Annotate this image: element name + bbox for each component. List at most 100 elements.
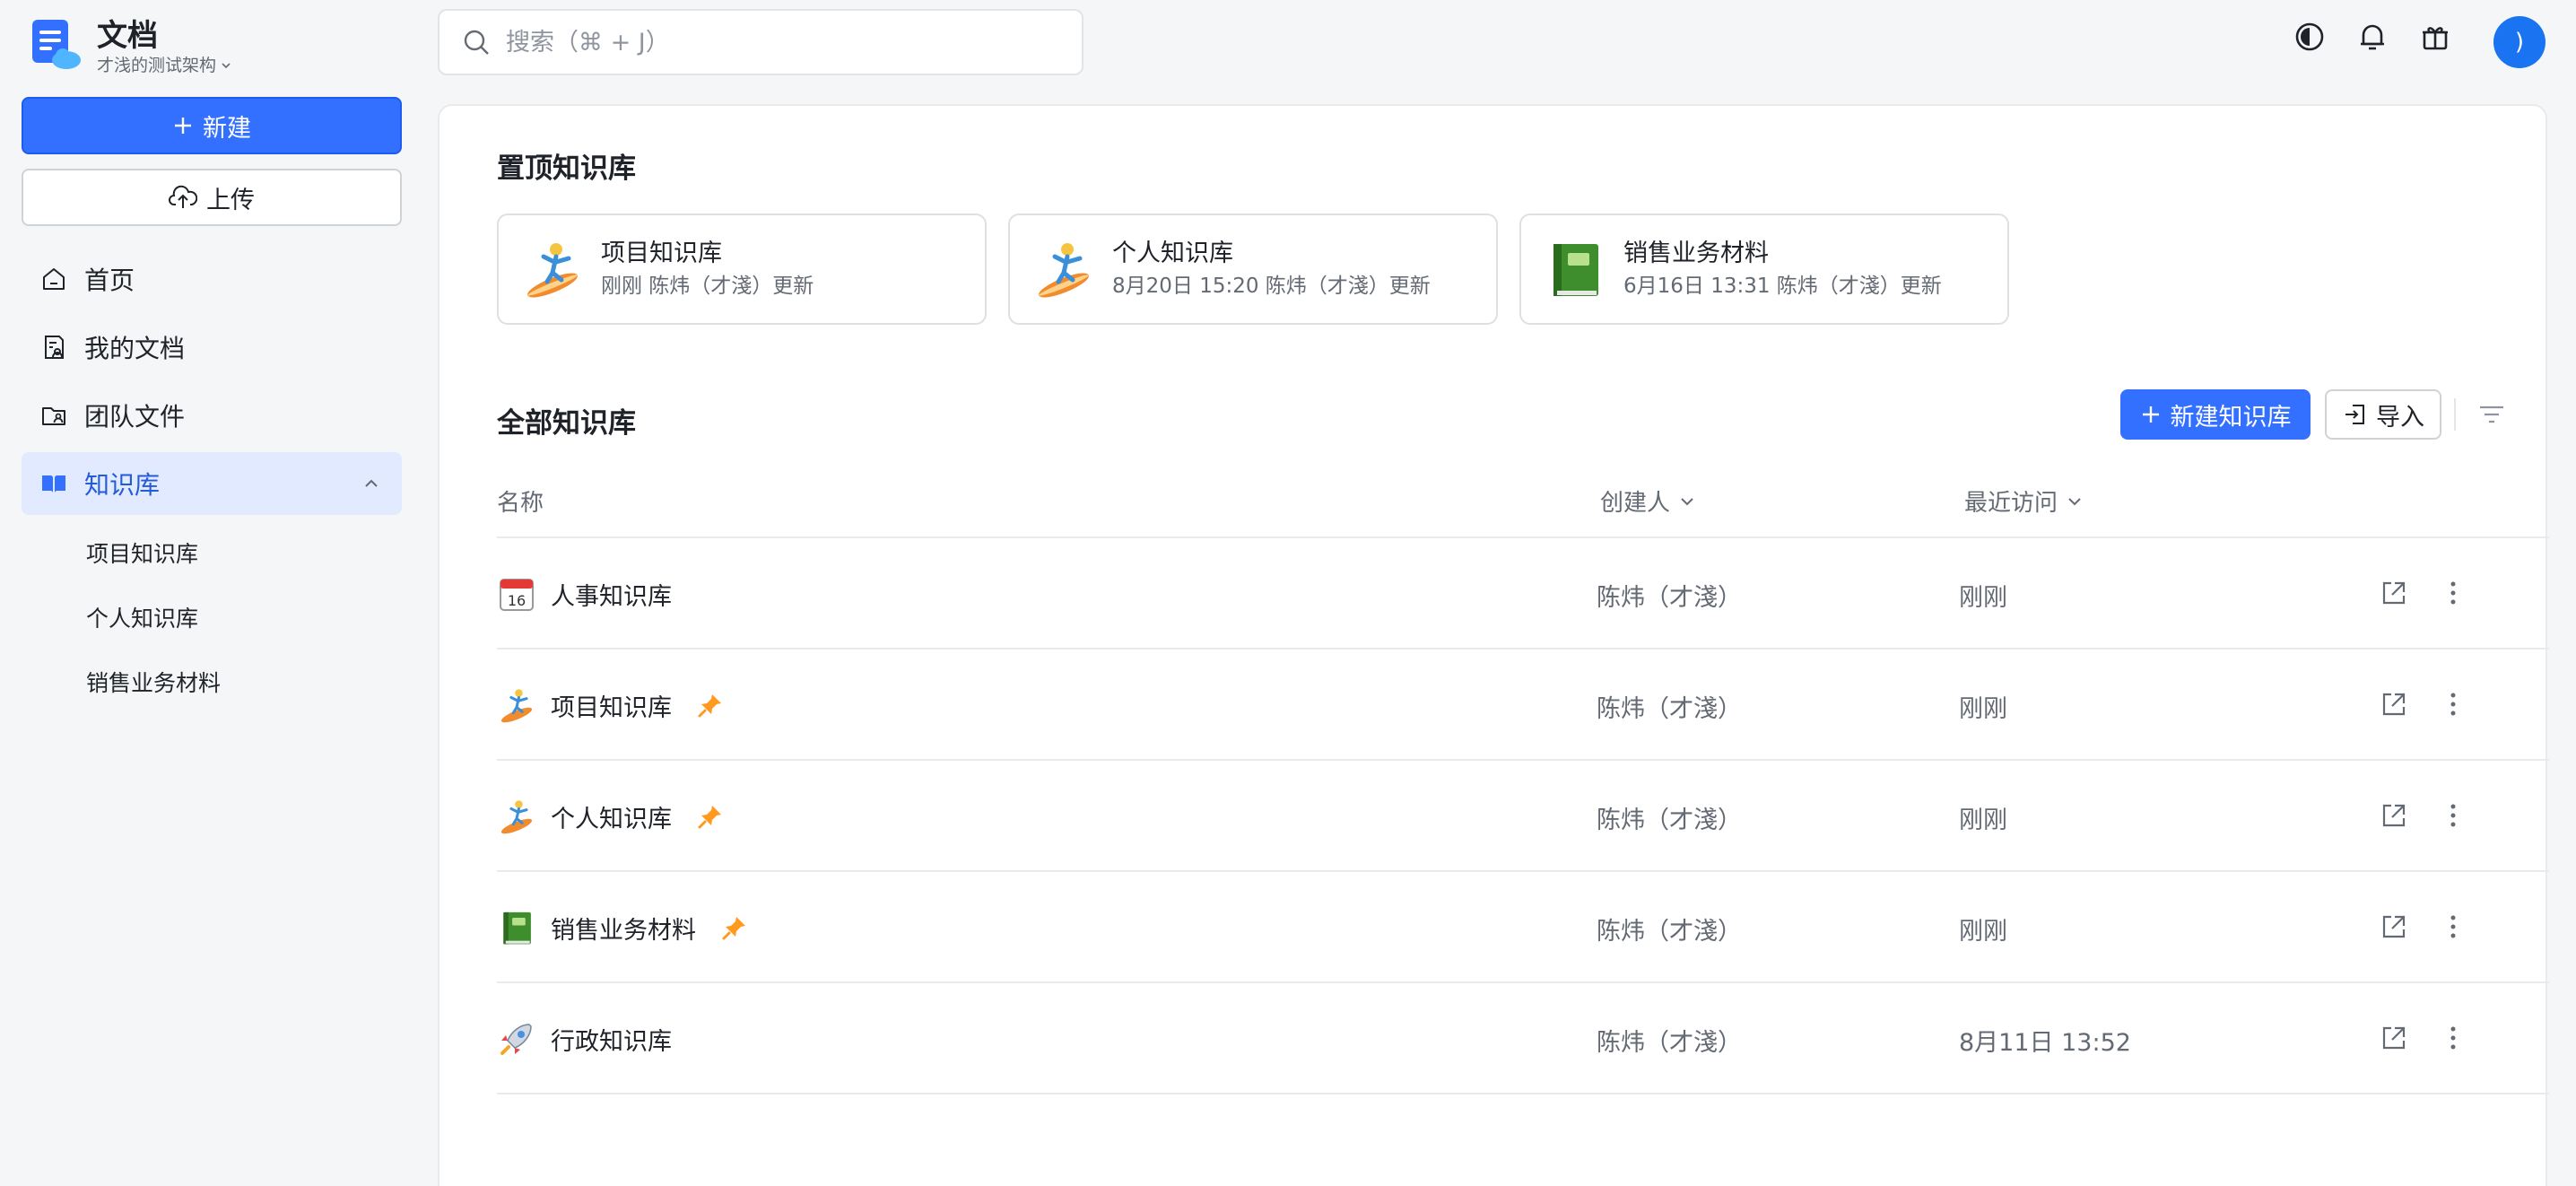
new-button-label: 新建 bbox=[203, 114, 251, 143]
green-book-icon bbox=[1543, 237, 1607, 301]
row-visited: 8月11日 13:52 bbox=[1959, 1029, 2131, 1057]
chevron-down-icon bbox=[220, 59, 232, 72]
chevron-down-icon bbox=[1677, 492, 1697, 511]
column-name: 名称 bbox=[497, 484, 544, 518]
bell-icon[interactable] bbox=[2355, 20, 2389, 54]
import-button[interactable]: 导入 bbox=[2325, 389, 2441, 440]
row-creator: 陈炜（才淺） bbox=[1597, 584, 1742, 612]
row-name-label: 个人知识库 bbox=[551, 805, 672, 833]
pinned-card[interactable]: 个人知识库 8月20日 15:20 陈炜（才淺）更新 bbox=[1008, 214, 1498, 325]
column-visited[interactable]: 最近访问 bbox=[1964, 484, 2084, 518]
search-input[interactable] bbox=[506, 28, 1044, 57]
new-button[interactable]: 新建 bbox=[22, 97, 402, 154]
surfer-icon bbox=[497, 685, 536, 725]
row-name-label: 人事知识库 bbox=[551, 582, 672, 611]
knowledge-base-table: 名称 创建人 最近访问 16 人事知识库 陈炜（才淺） 刚刚 项目知识库 陈炜（… bbox=[497, 461, 2549, 1094]
row-creator: 陈炜（才淺） bbox=[1597, 1029, 1742, 1057]
more-vertical-icon[interactable] bbox=[2438, 800, 2468, 831]
avatar[interactable]: ) bbox=[2493, 16, 2546, 68]
sidebar-item-knowledge-base[interactable]: 知识库 bbox=[22, 452, 402, 515]
sidebar-item-team-files[interactable]: 团队文件 bbox=[22, 384, 402, 447]
sidebar-item-label: 我的文档 bbox=[84, 334, 186, 363]
table-row[interactable]: 16 人事知识库 陈炜（才淺） 刚刚 bbox=[497, 538, 2549, 650]
search-box[interactable] bbox=[438, 9, 1083, 75]
open-in-new-icon[interactable] bbox=[2379, 578, 2409, 608]
upload-button-label: 上传 bbox=[206, 186, 255, 214]
row-name-label: 项目知识库 bbox=[551, 693, 672, 722]
row-name: 16 人事知识库 bbox=[497, 574, 672, 614]
sidebar-subitem-personal-kb[interactable]: 个人知识库 bbox=[86, 585, 402, 650]
create-button-label: 新建知识库 bbox=[2170, 403, 2292, 432]
filter-icon[interactable] bbox=[2476, 398, 2508, 431]
row-name: 项目知识库 bbox=[497, 685, 724, 725]
more-vertical-icon[interactable] bbox=[2438, 689, 2468, 719]
green-book-icon bbox=[497, 908, 536, 947]
pin-icon bbox=[697, 692, 724, 719]
my-docs-icon bbox=[39, 333, 68, 362]
create-knowledge-base-button[interactable]: 新建知识库 bbox=[2120, 389, 2311, 440]
org-name: 才浅的测试架构 bbox=[97, 56, 217, 75]
rocket-icon bbox=[497, 1019, 536, 1059]
sidebar-subitem-sales-materials[interactable]: 销售业务材料 bbox=[86, 650, 402, 714]
org-switcher[interactable]: 才浅的测试架构 bbox=[97, 54, 232, 77]
more-vertical-icon[interactable] bbox=[2438, 578, 2468, 608]
pinned-card-name: 个人知识库 bbox=[1112, 240, 1233, 267]
open-in-new-icon[interactable] bbox=[2379, 800, 2409, 831]
all-section-title: 全部知识库 bbox=[497, 407, 636, 440]
column-name-label: 名称 bbox=[497, 490, 544, 517]
gift-icon[interactable] bbox=[2418, 20, 2452, 54]
theme-icon[interactable] bbox=[2293, 20, 2327, 54]
column-creator-label: 创建人 bbox=[1600, 490, 1671, 517]
pinned-card-meta: 8月20日 15:20 陈炜（才淺）更新 bbox=[1112, 275, 1431, 298]
open-in-new-icon[interactable] bbox=[2379, 689, 2409, 719]
plus-icon bbox=[172, 115, 194, 136]
table-row[interactable]: 销售业务材料 陈炜（才淺） 刚刚 bbox=[497, 872, 2549, 983]
surfer-icon bbox=[497, 797, 536, 836]
more-vertical-icon[interactable] bbox=[2438, 911, 2468, 942]
pinned-card-name: 项目知识库 bbox=[601, 240, 722, 267]
plus-icon bbox=[2140, 404, 2162, 425]
sidebar-item-home[interactable]: 首页 bbox=[22, 248, 402, 310]
pinned-card[interactable]: 项目知识库 刚刚 陈炜（才淺）更新 bbox=[497, 214, 987, 325]
table-row[interactable]: 行政知识库 陈炜（才淺） 8月11日 13:52 bbox=[497, 983, 2549, 1094]
team-folder-icon bbox=[39, 401, 68, 430]
brand[interactable]: 文档 才浅的测试架构 bbox=[30, 18, 232, 77]
pinned-section-title: 置顶知识库 bbox=[497, 153, 636, 185]
table-row[interactable]: 项目知识库 陈炜（才淺） 刚刚 bbox=[497, 650, 2549, 761]
pin-icon bbox=[697, 803, 724, 830]
calendar-icon: 16 bbox=[497, 574, 536, 614]
home-icon bbox=[39, 265, 68, 293]
open-in-new-icon[interactable] bbox=[2379, 1023, 2409, 1053]
pinned-card[interactable]: 销售业务材料 6月16日 13:31 陈炜（才淺）更新 bbox=[1519, 214, 2009, 325]
sidebar-nav: 首页 我的文档 团队文件 知识库 项目知识库 个人知识库 销售业务材料 bbox=[22, 248, 402, 714]
row-name: 销售业务材料 bbox=[497, 908, 748, 947]
pinned-cards: 项目知识库 刚刚 陈炜（才淺）更新 个人知识库 8月20日 15:20 陈炜（才… bbox=[497, 214, 2009, 325]
row-visited: 刚刚 bbox=[1959, 807, 2007, 834]
import-icon bbox=[2342, 402, 2367, 427]
toolbar-divider bbox=[2454, 398, 2456, 431]
app-title: 文档 bbox=[97, 18, 158, 54]
sidebar-item-label: 知识库 bbox=[84, 470, 161, 500]
column-creator[interactable]: 创建人 bbox=[1600, 484, 1697, 518]
chevron-up-icon[interactable] bbox=[361, 473, 382, 494]
column-visited-label: 最近访问 bbox=[1964, 490, 2058, 517]
upload-button[interactable]: 上传 bbox=[22, 169, 402, 226]
more-vertical-icon[interactable] bbox=[2438, 1023, 2468, 1053]
row-name-label: 销售业务材料 bbox=[551, 916, 696, 945]
row-creator: 陈炜（才淺） bbox=[1597, 695, 1742, 723]
table-header: 名称 创建人 最近访问 bbox=[497, 461, 2549, 538]
open-in-new-icon[interactable] bbox=[2379, 911, 2409, 942]
table-row[interactable]: 个人知识库 陈炜（才淺） 刚刚 bbox=[497, 761, 2549, 872]
surfer-icon bbox=[520, 237, 585, 301]
sidebar-item-my-docs[interactable]: 我的文档 bbox=[22, 316, 402, 379]
row-visited: 刚刚 bbox=[1959, 584, 2007, 612]
cloud-upload-icon bbox=[169, 185, 197, 210]
sidebar-subitem-project-kb[interactable]: 项目知识库 bbox=[86, 520, 402, 585]
row-visited: 刚刚 bbox=[1959, 695, 2007, 723]
sidebar-item-label: 团队文件 bbox=[84, 402, 186, 432]
row-visited: 刚刚 bbox=[1959, 918, 2007, 946]
sidebar-item-label: 首页 bbox=[84, 266, 135, 295]
pinned-card-meta: 6月16日 13:31 陈炜（才淺）更新 bbox=[1623, 275, 1942, 298]
search-icon bbox=[461, 27, 492, 57]
svg-text:16: 16 bbox=[508, 592, 526, 609]
